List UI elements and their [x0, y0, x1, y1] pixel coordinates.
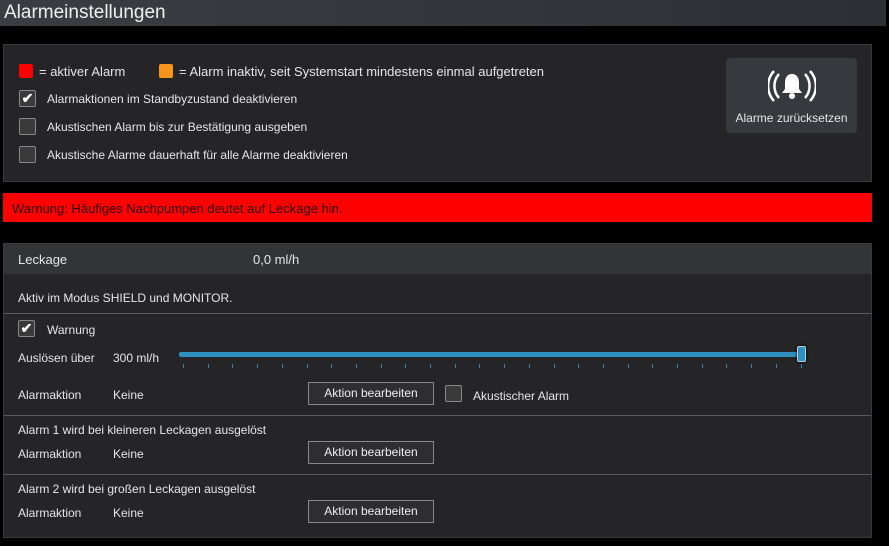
- slider-tick: [454, 364, 456, 368]
- acoustic-alarm-label: Akustischer Alarm: [473, 389, 570, 403]
- slider-tick: [578, 364, 580, 368]
- active-alarm-swatch: [19, 64, 33, 78]
- slider-tick: [677, 364, 678, 368]
- slider-tick: [627, 364, 629, 368]
- standby-actions-checkbox[interactable]: ✔: [19, 90, 36, 107]
- divider: [4, 313, 871, 314]
- warning-banner: Warnung: Häufiges Nachpumpen deutet auf …: [3, 193, 872, 222]
- slider-tick: [281, 364, 283, 368]
- slider-tick: [775, 364, 777, 368]
- active-alarm-legend: = aktiver Alarm: [39, 64, 126, 79]
- leak-value: 0,0 ml/h: [253, 252, 300, 267]
- reset-alarms-button[interactable]: Alarme zurücksetzen: [726, 58, 857, 133]
- slider-tick: [479, 364, 481, 368]
- window-title: Alarmeinstellungen: [0, 0, 886, 26]
- slider-tick: [430, 364, 431, 368]
- slider-tick: [306, 364, 308, 368]
- disable-acoustic-checkbox[interactable]: [19, 146, 36, 163]
- disable-acoustic-label: Akustische Alarme dauerhaft für alle Ala…: [47, 148, 348, 162]
- slider-tick: [652, 364, 654, 368]
- inactive-alarm-legend: = Alarm inaktiv, seit Systemstart mindes…: [179, 64, 545, 79]
- slider-tick: [528, 364, 530, 368]
- slider-tick: [405, 364, 407, 368]
- leak-header: Leckage 0,0 ml/h: [4, 244, 871, 274]
- slider-tick: [751, 364, 753, 368]
- trigger-slider-track[interactable]: [179, 352, 805, 357]
- slider-tick: [331, 364, 333, 368]
- alarm1-edit-action-button[interactable]: Aktion bearbeiten: [308, 441, 434, 464]
- alarm-general-panel: = aktiver Alarm = Alarm inaktiv, seit Sy…: [3, 44, 872, 182]
- warning-action-label: Alarmaktion: [18, 388, 82, 402]
- alarm1-action-label: Alarmaktion: [18, 447, 82, 461]
- divider: [4, 415, 871, 416]
- bell-ringing-icon: [766, 70, 817, 102]
- slider-tick: [602, 364, 604, 368]
- warning-checkbox[interactable]: ✔: [18, 320, 35, 337]
- slider-tick: [380, 364, 382, 368]
- reset-alarms-label: Alarme zurücksetzen: [735, 111, 848, 125]
- inactive-alarm-swatch: [159, 64, 173, 78]
- leak-panel: Leckage 0,0 ml/h Aktiv im Modus SHIELD u…: [3, 243, 872, 538]
- alarm1-title: Alarm 1 wird bei kleineren Leckagen ausg…: [18, 423, 267, 437]
- divider: [4, 474, 871, 475]
- mode-text: Aktiv im Modus SHIELD und MONITOR.: [18, 291, 233, 305]
- alarm2-title: Alarm 2 wird bei großen Leckagen ausgelö…: [18, 482, 256, 496]
- slider-tick: [553, 364, 555, 368]
- trigger-value: 300 ml/h: [113, 351, 160, 365]
- leak-name: Leckage: [18, 252, 68, 267]
- warning-action-value: Keine: [113, 388, 144, 402]
- trigger-label: Auslösen über: [18, 351, 95, 365]
- alarm1-action-value: Keine: [113, 447, 144, 461]
- slider-tick: [701, 364, 703, 368]
- warning-label: Warnung: [47, 323, 96, 337]
- acoustic-until-ack-checkbox[interactable]: [19, 118, 36, 135]
- slider-tick: [257, 364, 259, 368]
- slider-tick: [504, 364, 506, 368]
- slider-tick: [726, 364, 728, 368]
- trigger-slider-thumb[interactable]: [797, 346, 806, 362]
- slider-tick: [355, 364, 357, 368]
- acoustic-alarm-checkbox[interactable]: [445, 385, 462, 402]
- standby-actions-label: Alarmaktionen im Standbyzustand deaktivi…: [47, 92, 298, 106]
- acoustic-until-ack-label: Akustischen Alarm bis zur Bestätigung au…: [47, 120, 308, 134]
- alarm2-edit-action-button[interactable]: Aktion bearbeiten: [308, 500, 434, 523]
- alarm2-action-label: Alarmaktion: [18, 506, 82, 520]
- slider-tick: [232, 364, 234, 368]
- slider-tick: [207, 364, 209, 368]
- alarm2-action-value: Keine: [113, 506, 144, 520]
- slider-tick: [183, 364, 184, 368]
- slider-tick: [800, 364, 802, 368]
- warning-edit-action-button[interactable]: Aktion bearbeiten: [308, 382, 434, 405]
